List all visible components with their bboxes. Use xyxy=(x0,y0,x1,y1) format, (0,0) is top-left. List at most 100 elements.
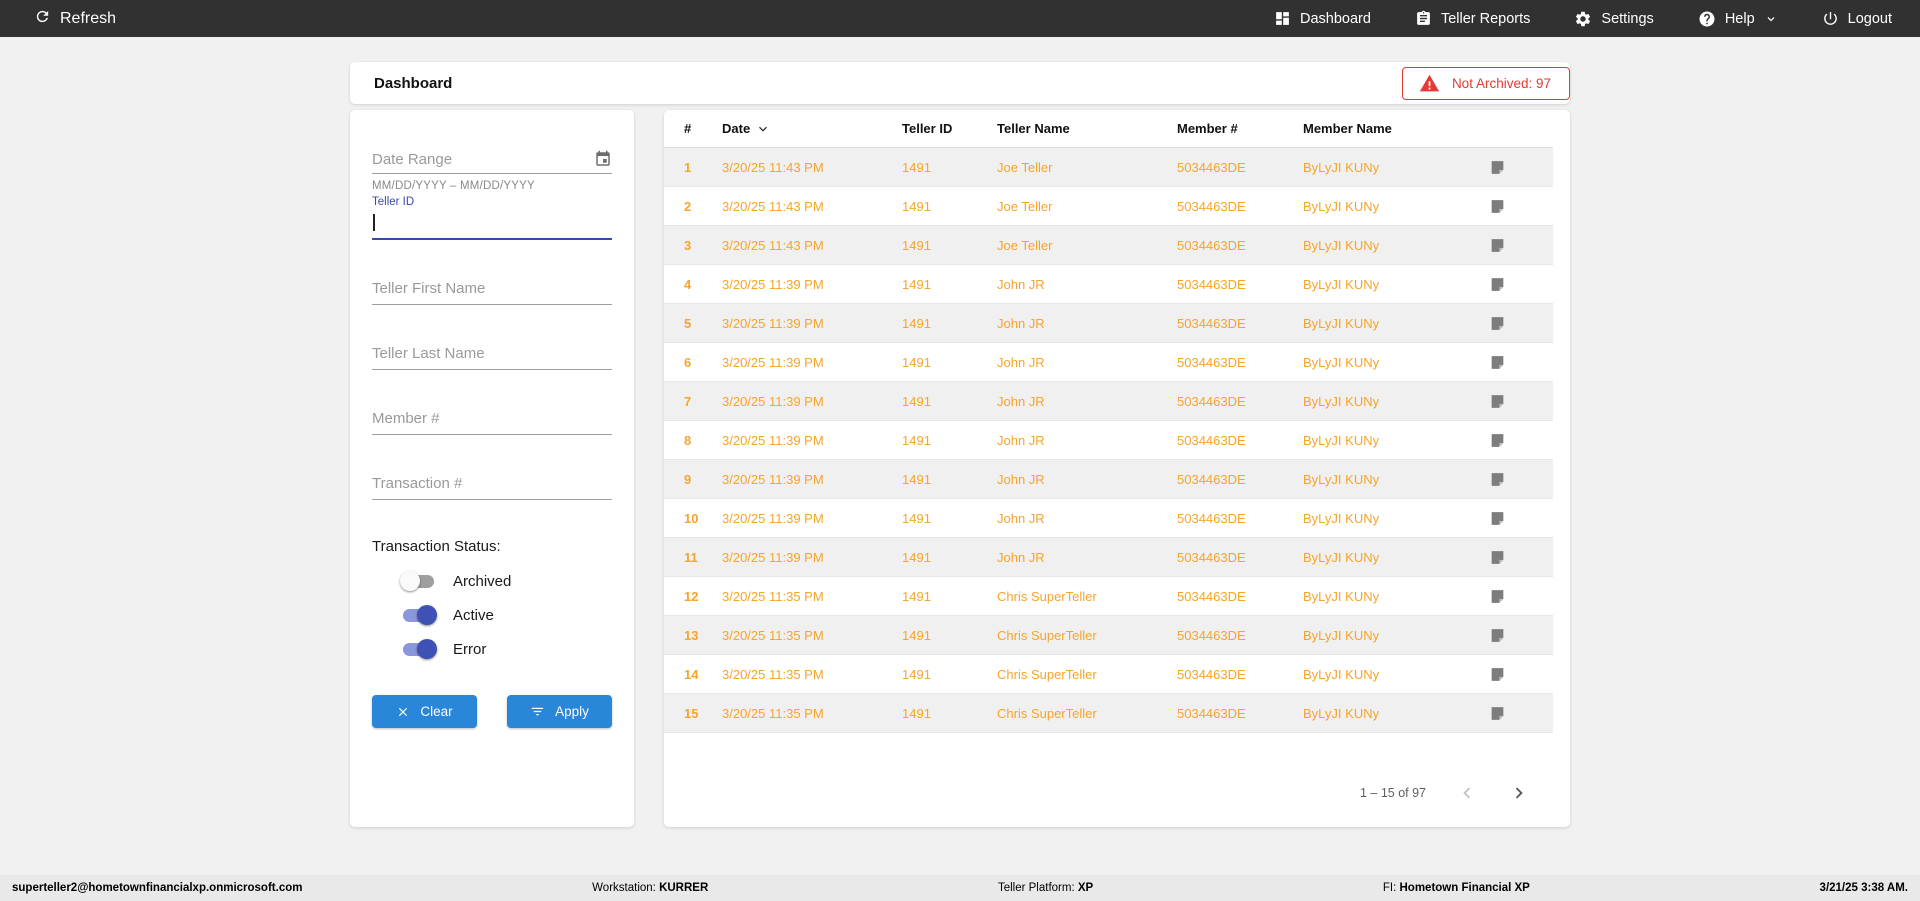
column-header-date[interactable]: Date xyxy=(722,121,902,137)
teller-id-label: Teller ID xyxy=(372,196,415,208)
teller-id-cell: 1491 xyxy=(902,471,931,487)
note-icon[interactable] xyxy=(1489,510,1506,527)
nav-item-dashboard[interactable]: Dashboard xyxy=(1274,10,1371,27)
row-number-cell: 10 xyxy=(684,510,699,526)
note-icon[interactable] xyxy=(1489,666,1506,683)
note-icon[interactable] xyxy=(1489,237,1506,254)
note-icon[interactable] xyxy=(1489,471,1506,488)
column-header-number[interactable]: # xyxy=(684,121,722,136)
teller-name-cell: Joe Teller xyxy=(997,198,1053,214)
note-icon[interactable] xyxy=(1489,393,1506,410)
nav-item-label: Dashboard xyxy=(1300,10,1371,27)
table-row[interactable]: 9 3/20/25 11:39 PM 1491 John JR 5034463D… xyxy=(664,460,1553,499)
table-row[interactable]: 10 3/20/25 11:39 PM 1491 John JR 5034463… xyxy=(664,499,1553,538)
refresh-button[interactable]: Refresh xyxy=(34,8,116,30)
refresh-label: Refresh xyxy=(60,9,117,27)
note-icon[interactable] xyxy=(1489,276,1506,293)
transaction-number-field[interactable]: Transaction # xyxy=(372,466,612,500)
member-number-cell: 5034463DE xyxy=(1177,198,1246,214)
note-icon[interactable] xyxy=(1489,705,1506,722)
member-number-cell: 5034463DE xyxy=(1177,393,1246,409)
table-row[interactable]: 12 3/20/25 11:35 PM 1491 Chris SuperTell… xyxy=(664,577,1553,616)
note-icon[interactable] xyxy=(1489,315,1506,332)
teller-last-name-field[interactable]: Teller Last Name xyxy=(372,336,612,370)
table-row[interactable]: 2 3/20/25 11:43 PM 1491 Joe Teller 50344… xyxy=(664,187,1553,226)
table-row[interactable]: 7 3/20/25 11:39 PM 1491 John JR 5034463D… xyxy=(664,382,1553,421)
column-header-teller-name[interactable]: Teller Name xyxy=(997,121,1177,136)
toggle-archived[interactable]: Archived xyxy=(400,569,511,593)
teller-id-focus-underline xyxy=(372,238,612,240)
warning-icon xyxy=(1419,73,1440,94)
clear-button[interactable]: Clear xyxy=(372,695,477,728)
active-toggle-switch[interactable] xyxy=(400,605,437,625)
column-header-teller-id[interactable]: Teller ID xyxy=(902,121,997,136)
teller-id-input[interactable] xyxy=(372,208,612,236)
clear-button-label: Clear xyxy=(420,704,453,719)
note-icon[interactable] xyxy=(1489,354,1506,371)
member-name-cell: ByLyJI KUNy xyxy=(1303,549,1380,565)
note-icon[interactable] xyxy=(1489,159,1506,176)
teller-name-cell: John JR xyxy=(997,549,1045,565)
column-header-member-number[interactable]: Member # xyxy=(1177,121,1303,136)
table-row[interactable]: 11 3/20/25 11:39 PM 1491 John JR 5034463… xyxy=(664,538,1553,577)
row-number-cell: 4 xyxy=(684,276,692,292)
archived-toggle-switch[interactable] xyxy=(400,571,437,591)
date-cell: 3/20/25 11:43 PM xyxy=(722,159,824,175)
clear-x-icon xyxy=(396,705,410,719)
nav-item-help[interactable]: Help xyxy=(1698,10,1778,28)
transaction-status-label: Transaction Status: xyxy=(372,538,501,555)
member-number-field[interactable]: Member # xyxy=(372,401,612,435)
column-header-member-name[interactable]: Member Name xyxy=(1303,121,1489,136)
teller-name-cell: Chris SuperTeller xyxy=(997,666,1097,682)
row-number-cell: 11 xyxy=(684,549,698,565)
date-cell: 3/20/25 11:35 PM xyxy=(722,627,824,643)
table-row[interactable]: 14 3/20/25 11:35 PM 1491 Chris SuperTell… xyxy=(664,655,1553,694)
table-row[interactable]: 6 3/20/25 11:39 PM 1491 John JR 5034463D… xyxy=(664,343,1553,382)
table-row[interactable]: 5 3/20/25 11:39 PM 1491 John JR 5034463D… xyxy=(664,304,1553,343)
member-number-cell: 5034463DE xyxy=(1177,237,1246,253)
error-toggle-switch[interactable] xyxy=(400,639,437,659)
member-number-cell: 5034463DE xyxy=(1177,510,1246,526)
toggle-active[interactable]: Active xyxy=(400,603,494,627)
nav-item-logout[interactable]: Logout xyxy=(1822,10,1892,27)
apply-button[interactable]: Apply xyxy=(507,695,612,728)
table-body: 1 3/20/25 11:43 PM 1491 Joe Teller 50344… xyxy=(664,148,1570,733)
next-page-icon[interactable] xyxy=(1508,782,1530,804)
teller-first-name-placeholder: Teller First Name xyxy=(372,280,486,297)
nav-item-teller-reports[interactable]: Teller Reports xyxy=(1415,10,1530,27)
teller-name-cell: John JR xyxy=(997,315,1045,331)
nav-item-settings[interactable]: Settings xyxy=(1574,10,1654,28)
note-icon[interactable] xyxy=(1489,549,1506,566)
note-icon[interactable] xyxy=(1489,588,1506,605)
teller-first-name-field[interactable]: Teller First Name xyxy=(372,271,612,305)
date-cell: 3/20/25 11:43 PM xyxy=(722,198,824,214)
table-row[interactable]: 8 3/20/25 11:39 PM 1491 John JR 5034463D… xyxy=(664,421,1553,460)
note-icon[interactable] xyxy=(1489,432,1506,449)
date-cell: 3/20/25 11:35 PM xyxy=(722,705,824,721)
table-row[interactable]: 13 3/20/25 11:35 PM 1491 Chris SuperTell… xyxy=(664,616,1553,655)
note-icon[interactable] xyxy=(1489,198,1506,215)
member-number-cell: 5034463DE xyxy=(1177,588,1246,604)
note-icon[interactable] xyxy=(1489,627,1506,644)
row-number-cell: 8 xyxy=(684,432,692,448)
teller-last-name-placeholder: Teller Last Name xyxy=(372,345,485,362)
teller-id-cell: 1491 xyxy=(902,549,931,565)
table-row[interactable]: 1 3/20/25 11:43 PM 1491 Joe Teller 50344… xyxy=(664,148,1553,187)
calendar-icon[interactable] xyxy=(594,150,612,168)
teller-name-cell: Joe Teller xyxy=(997,237,1053,253)
nav-item-label: Teller Reports xyxy=(1440,10,1531,27)
teller-name-cell: John JR xyxy=(997,354,1045,370)
workstation-info: Workstation: KURRER xyxy=(592,882,709,894)
table-row[interactable]: 4 3/20/25 11:39 PM 1491 John JR 5034463D… xyxy=(664,265,1553,304)
member-name-cell: ByLyJI KUNy xyxy=(1303,237,1380,253)
table-row[interactable]: 15 3/20/25 11:35 PM 1491 Chris SuperTell… xyxy=(664,694,1553,733)
teller-id-cell: 1491 xyxy=(902,354,931,370)
table-row[interactable]: 3 3/20/25 11:43 PM 1491 Joe Teller 50344… xyxy=(664,226,1553,265)
refresh-icon xyxy=(34,8,51,30)
toggle-error[interactable]: Error xyxy=(400,637,486,661)
pagination: 1 – 15 of 97 xyxy=(1360,782,1530,804)
status-datetime: 3/21/25 3:38 AM. xyxy=(1819,882,1908,894)
row-number-cell: 6 xyxy=(684,354,692,370)
field-underline xyxy=(372,499,612,500)
date-range-field[interactable]: Date Range MM/DD/YYYY – MM/DD/YYYY Telle… xyxy=(372,148,612,240)
